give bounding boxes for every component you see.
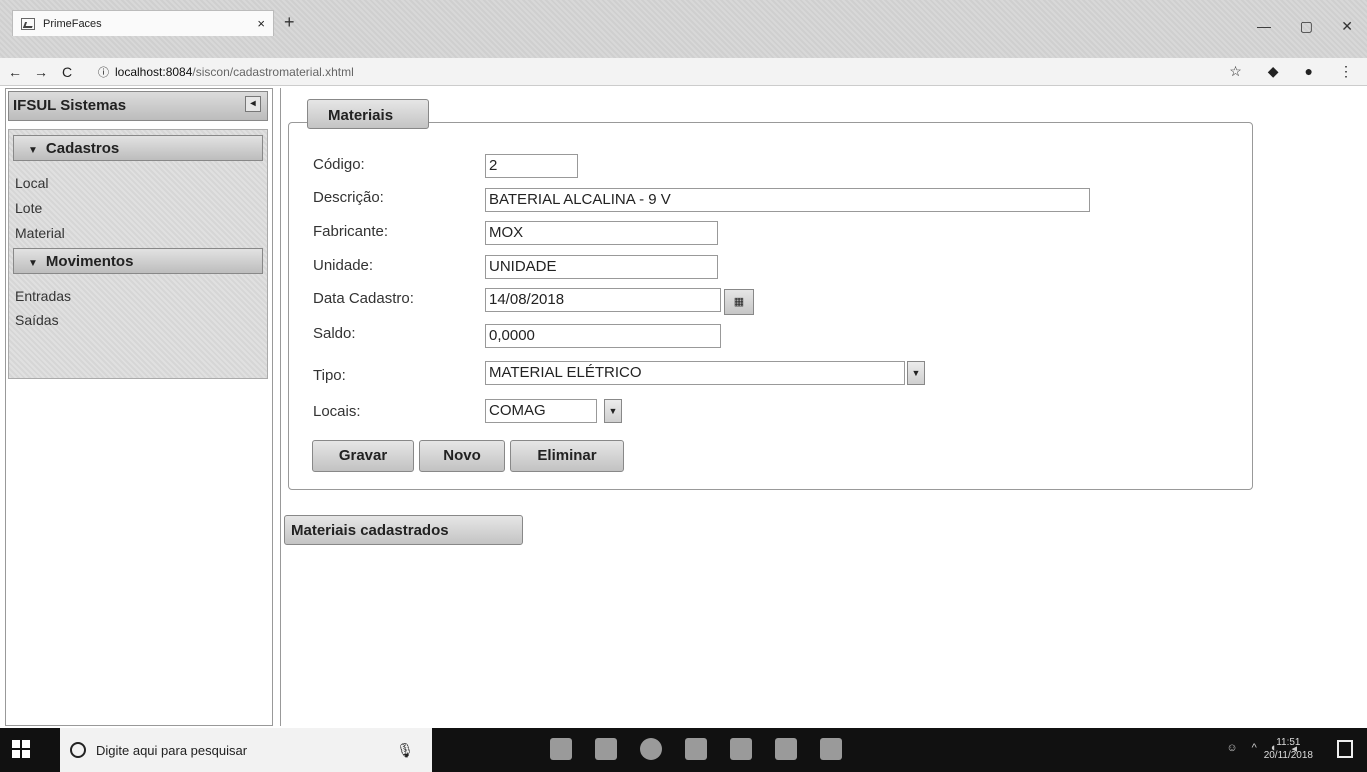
microphone-icon[interactable]: 🎙 <box>396 742 414 759</box>
materiais-cadastrados-toggle[interactable]: Materiais cadastrados <box>284 515 523 545</box>
locais-dropdown-icon[interactable]: ▼ <box>604 399 622 423</box>
fabricante-input[interactable]: MOX <box>485 221 718 245</box>
menu-icon[interactable]: ⋮ <box>1339 63 1353 80</box>
collapse-arrow-icon: ▼ <box>28 145 38 156</box>
novo-button[interactable]: Novo <box>419 440 505 472</box>
app-icon[interactable] <box>775 738 797 760</box>
tipo-dropdown-icon[interactable]: ▼ <box>907 361 925 385</box>
collapse-arrow-icon: ▼ <box>28 258 38 269</box>
data-cadastro-input[interactable]: 14/08/2018 <box>485 288 721 312</box>
taskbar-search[interactable]: Digite aqui para pesquisar 🎙 <box>60 728 432 772</box>
menu-group-label: Movimentos <box>45 253 134 270</box>
unidade-label: Unidade: <box>313 257 374 274</box>
menu-item-saidas[interactable]: Saídas <box>15 312 59 328</box>
clock-date: 20/11/2018 <box>1263 750 1313 761</box>
locais-label: Locais: <box>313 403 361 420</box>
minimize-button[interactable]: — <box>1257 18 1271 34</box>
chrome-icon[interactable] <box>640 738 662 760</box>
chevron-up-icon[interactable]: ^ <box>1252 742 1257 755</box>
windows-start-icon[interactable] <box>12 740 30 758</box>
descricao-label: Descrição: <box>313 189 384 206</box>
eliminar-button[interactable]: Eliminar <box>510 440 624 472</box>
menu-item-material[interactable]: Material <box>15 225 65 241</box>
site-info-icon[interactable]: ⓘ <box>98 64 109 80</box>
menu-item-local[interactable]: Local <box>15 175 48 191</box>
menu-group-cadastros[interactable]: ▼ Cadastros <box>13 135 263 161</box>
tipo-label: Tipo: <box>313 367 346 384</box>
menu-item-lote[interactable]: Lote <box>15 200 42 216</box>
descricao-input[interactable]: BATERIAL ALCALINA - 9 V <box>485 188 1090 212</box>
app-icon[interactable] <box>685 738 707 760</box>
toolbar-icons: ☆ ◆ ● ⋮ <box>1229 63 1353 80</box>
notification-icon[interactable] <box>1337 740 1353 758</box>
page-favicon-icon <box>21 17 35 30</box>
url-path: /siscon/cadastromaterial.xhtml <box>192 64 354 79</box>
menu-group-movimentos[interactable]: ▼ Movimentos <box>13 248 263 274</box>
restore-button[interactable]: ▢ <box>1300 18 1313 35</box>
materiais-fieldset <box>288 122 1253 490</box>
close-window-button[interactable]: ✕ <box>1341 18 1353 35</box>
sidebar-title-text: IFSUL Sistemas <box>13 97 127 114</box>
taskbar-clock[interactable]: 11:51 20/11/2018 <box>1264 736 1313 762</box>
url-field[interactable]: ⓘ localhost:8084 /siscon/cadastromateria… <box>98 64 354 80</box>
locais-select[interactable]: COMAG <box>485 399 597 423</box>
people-icon[interactable]: ☺ <box>1226 742 1237 755</box>
clock-time: 11:51 <box>1276 737 1301 748</box>
fabricante-label: Fabricante: <box>313 223 389 240</box>
bookmark-star-icon[interactable]: ☆ <box>1229 63 1242 80</box>
codigo-label: Código: <box>313 156 365 173</box>
tab-title: PrimeFaces <box>43 17 102 30</box>
new-tab-button[interactable]: + <box>284 12 295 33</box>
fieldset-legend[interactable]: Materiais <box>307 99 429 129</box>
gravar-button[interactable]: Gravar <box>312 440 414 472</box>
file-explorer-icon[interactable] <box>550 738 572 760</box>
calendar-icon[interactable]: ▦ <box>724 289 754 315</box>
codigo-input[interactable]: 2 <box>485 154 578 178</box>
taskbar: Digite aqui para pesquisar 🎙 ☺ ^ ◐ ◂ 11:… <box>0 728 1367 772</box>
sidebar-toggle-icon[interactable]: ◂ <box>245 96 261 112</box>
tab-close-icon[interactable]: × <box>257 16 265 31</box>
menu-item-entradas[interactable]: Entradas <box>15 288 71 304</box>
forward-button[interactable]: → <box>30 64 52 80</box>
saldo-input[interactable]: 0,0000 <box>485 324 721 348</box>
data-cadastro-label: Data Cadastro: <box>313 290 414 307</box>
tipo-select[interactable]: MATERIAL ELÉTRICO <box>485 361 905 385</box>
saldo-label: Saldo: <box>313 325 356 342</box>
sidebar-title: IFSUL Sistemas ◂ <box>8 91 268 121</box>
extension-icon[interactable]: ◆ <box>1268 63 1279 80</box>
sidebar-menu: ▼ Cadastros Local Lote Material ▼ Moviment… <box>8 129 268 379</box>
browser-tab-bar: PrimeFaces × + — ▢ ✕ <box>0 0 1367 58</box>
word-icon[interactable] <box>730 738 752 760</box>
address-bar: ← → C ⓘ localhost:8084 /siscon/cadastrom… <box>0 58 1367 86</box>
browser-tab[interactable]: PrimeFaces × <box>12 10 274 36</box>
search-placeholder: Digite aqui para pesquisar <box>96 742 248 758</box>
sidebar: IFSUL Sistemas ◂ ▼ Cadastros Local Lote M… <box>5 88 273 726</box>
back-button[interactable]: ← <box>4 64 26 80</box>
cortana-icon <box>70 742 86 758</box>
menu-group-label: Cadastros <box>45 140 120 157</box>
reload-button[interactable]: C <box>56 64 78 80</box>
content-divider <box>280 88 281 726</box>
app-icon[interactable] <box>820 738 842 760</box>
url-host: localhost:8084 <box>115 64 193 79</box>
calculator-icon[interactable] <box>595 738 617 760</box>
profile-icon[interactable]: ● <box>1305 63 1313 80</box>
unidade-input[interactable]: UNIDADE <box>485 255 718 279</box>
